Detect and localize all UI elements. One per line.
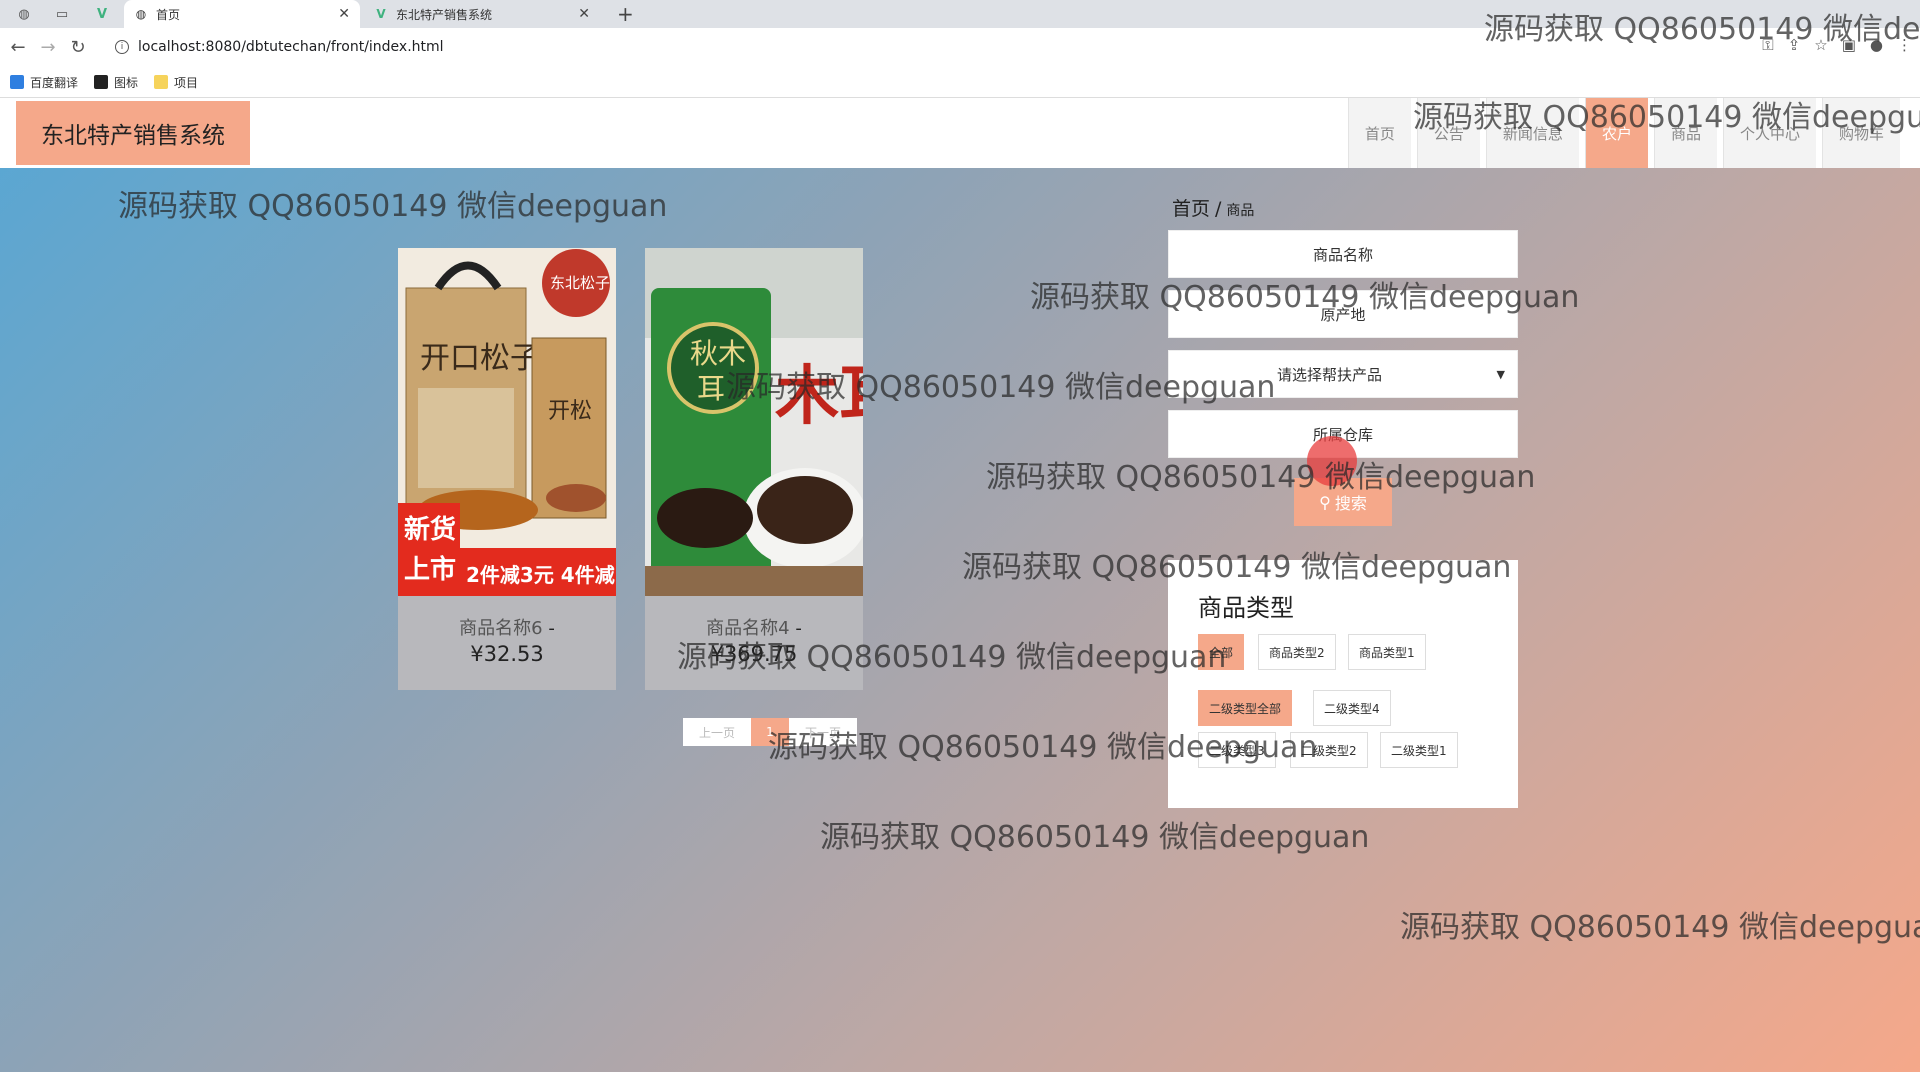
category-chip[interactable]: 商品类型1 — [1348, 634, 1426, 670]
translate-icon — [10, 75, 24, 89]
tab-system[interactable]: V 东北特产销售系统 ✕ — [364, 0, 600, 28]
bookmark-translate[interactable]: 百度翻译 — [10, 74, 78, 91]
bookmark-project[interactable]: 项目 — [154, 74, 198, 91]
watermark: 源码获取 QQ86050149 微信deepguan — [1413, 100, 1920, 135]
svg-text:耳: 耳 — [697, 372, 725, 405]
breadcrumb-home[interactable]: 首页 — [1172, 198, 1210, 220]
chevron-down-icon: ▼ — [1496, 367, 1505, 381]
subcategory-chip[interactable]: 二级类型4 — [1313, 690, 1391, 726]
svg-text:东北松子: 东北松子 — [550, 274, 610, 292]
blank-tab-icon[interactable]: ▭ — [52, 4, 72, 24]
watermark: 源码获取 QQ86050149 微信deepguan — [726, 370, 1276, 405]
bookmark-label: 图标 — [114, 75, 139, 90]
select-value: 请选择帮扶产品 — [1277, 365, 1383, 384]
svg-text:开松: 开松 — [548, 399, 592, 424]
category-chip[interactable]: 商品类型2 — [1258, 634, 1336, 670]
svg-text:开口松子: 开口松子 — [420, 341, 540, 376]
folder-icon — [154, 75, 169, 89]
bookmark-label: 百度翻译 — [30, 75, 79, 90]
svg-text:2件减3元 4件减8元: 2件减3元 4件减8元 — [466, 563, 616, 587]
subcategory-chip[interactable]: 二级类型1 — [1380, 732, 1458, 768]
bookmark-icons[interactable]: 图标 — [94, 74, 138, 91]
watermark: 源码获取 QQ86050149 微信deepguan — [986, 460, 1536, 495]
site-brand[interactable]: 东北特产销售系统 — [16, 101, 250, 165]
breadcrumb: 首页 / 商品 — [1172, 194, 1254, 221]
tab-home[interactable]: ◍ 首页 ✕ — [124, 0, 360, 28]
watermark: 源码获取 QQ86050149 微信deepguan — [1030, 280, 1580, 315]
product-image-black-fungus[interactable]: 秋木 耳 木耳 — [645, 248, 863, 596]
product-name[interactable]: 商品名称6 - — [398, 614, 616, 640]
product-image-pine-nuts[interactable]: 开口松子 开松 东北松子 新货 上市 2件减3元 4件减8元 — [398, 248, 616, 596]
svg-text:上市: 上市 — [404, 554, 456, 585]
forward-icon[interactable]: → — [36, 36, 60, 60]
globe-icon: ◍ — [135, 7, 147, 21]
product-name-input[interactable]: 商品名称 — [1168, 230, 1518, 278]
close-icon[interactable]: ✕ — [578, 6, 590, 22]
reload-icon[interactable]: ↻ — [66, 36, 90, 60]
image-icon — [94, 75, 109, 89]
watermark: 源码获取 QQ86050149 微信deepguan — [768, 730, 1318, 765]
category-panel: 商品类型 全部 商品类型2 商品类型1 二级类型全部 二级类型4 二级类型3 二… — [1168, 560, 1518, 808]
product-card[interactable]: 秋木 耳 木耳 商品名称4 - ¥369.75 — [645, 248, 863, 690]
product-card[interactable]: 开口松子 开松 东北松子 新货 上市 2件减3元 4件减8元 商品名称6 - ¥… — [398, 248, 616, 690]
vue-icon[interactable]: V — [92, 4, 112, 24]
watermark: 源码获取 QQ86050149 微信deepguan — [1400, 910, 1920, 945]
breadcrumb-current: 商品 — [1226, 203, 1255, 219]
info-icon[interactable]: i — [115, 40, 129, 54]
back-icon[interactable]: ← — [6, 36, 30, 60]
tab-title: 东北特产销售系统 — [396, 7, 493, 22]
bookmark-label: 项目 — [174, 75, 199, 90]
globe-icon[interactable]: ◍ — [14, 4, 34, 24]
subcategory-chip-all[interactable]: 二级类型全部 — [1198, 690, 1293, 726]
url-text: localhost:8080/dbtutechan/front/index.ht… — [138, 39, 444, 55]
watermark: 源码获取 QQ86050149 微信deepguan — [1484, 12, 1920, 47]
category-title: 商品类型 — [1198, 594, 1294, 622]
svg-text:新货: 新货 — [404, 514, 456, 545]
close-icon[interactable]: ✕ — [338, 6, 350, 22]
breadcrumb-separator: / — [1215, 198, 1222, 220]
product-price: ¥32.53 — [470, 642, 544, 666]
tab-title: 首页 — [156, 7, 181, 22]
nav-home[interactable]: 首页 — [1347, 98, 1411, 168]
new-tab-button[interactable]: + — [617, 2, 634, 26]
watermark: 源码获取 QQ86050149 微信deepguan — [820, 820, 1370, 855]
prev-page-button[interactable]: 上一页 — [683, 718, 751, 746]
vue-icon: V — [376, 7, 386, 21]
watermark: 源码获取 QQ86050149 微信deepguan — [962, 550, 1512, 585]
watermark: 源码获取 QQ86050149 微信deepguan — [118, 189, 668, 224]
watermark: 源码获取 QQ86050149 微信deepguan — [677, 640, 1227, 675]
